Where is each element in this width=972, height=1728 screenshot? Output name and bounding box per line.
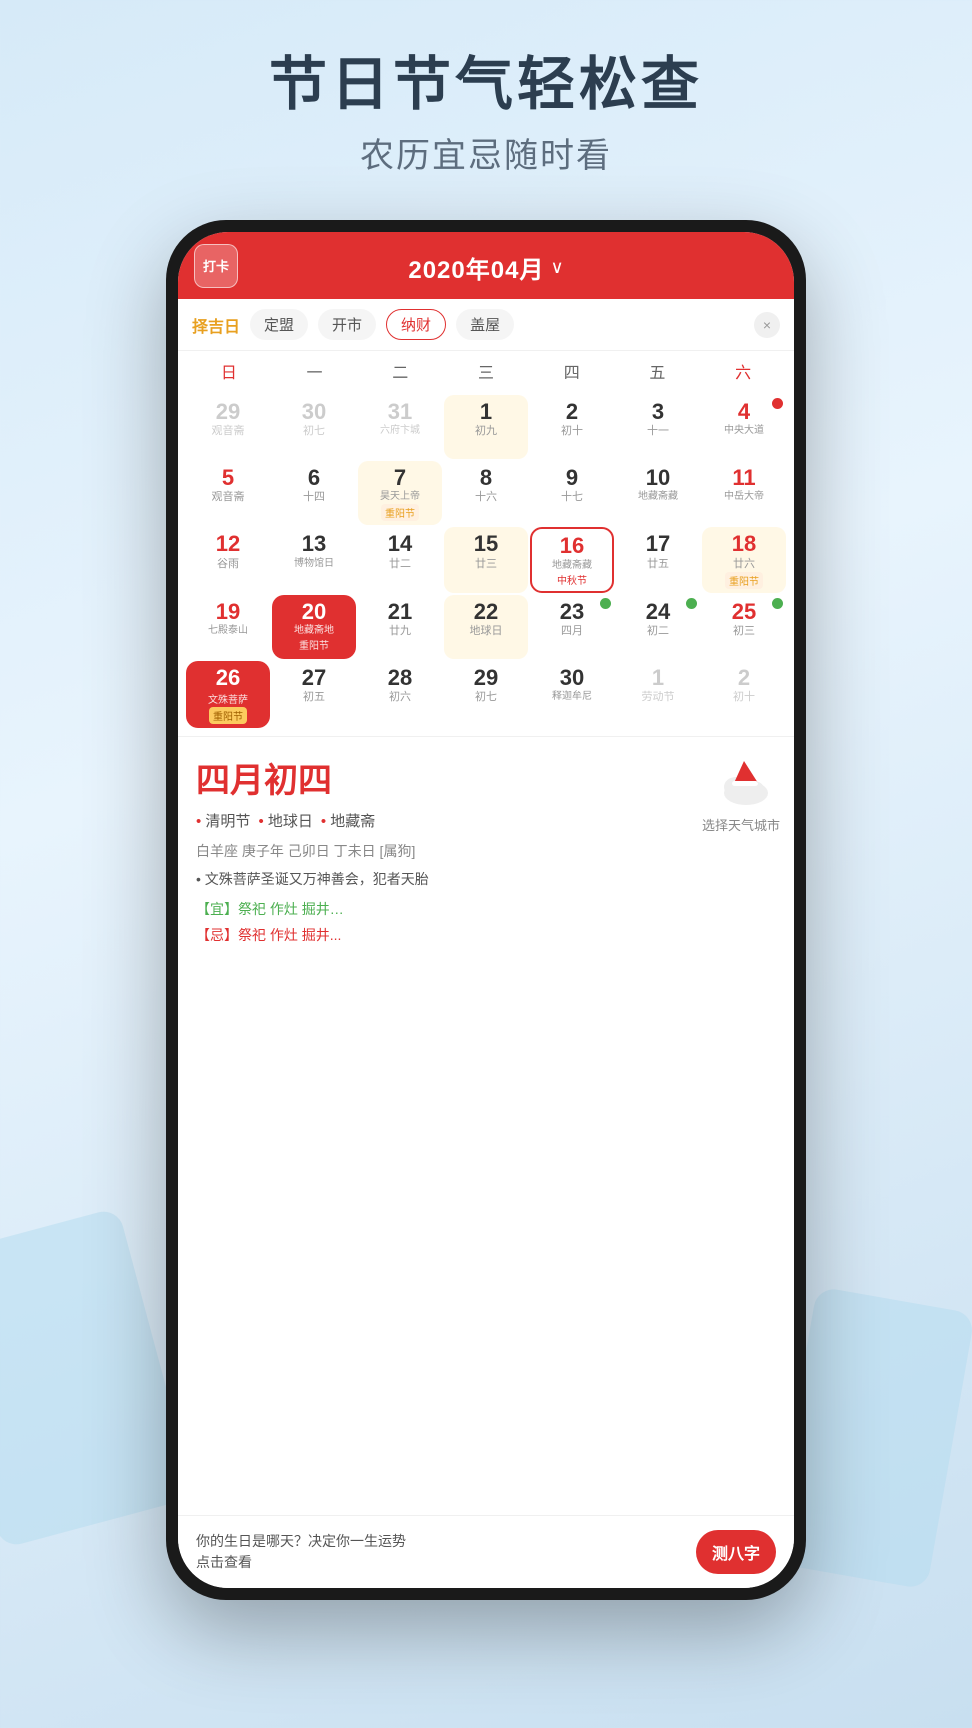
day-20-selected[interactable]: 20 地藏斋地 重阳节 (272, 595, 356, 659)
calendar-header: 打卡 2020年04月 ∨ (178, 232, 794, 299)
chongyang-badge-18: 重阳节 (725, 572, 763, 589)
green-badge-icon-24 (686, 598, 697, 609)
filter-tag-dingmeng[interactable]: 定盟 (250, 309, 308, 340)
day-18[interactable]: 18 廿六 重阳节 (702, 527, 786, 593)
day-25[interactable]: 25 初三 (702, 595, 786, 659)
weekday-sun: 日 (186, 357, 272, 385)
detail-zodiac: 白羊座 庚子年 己卯日 丁未日 [属狗] (196, 841, 776, 861)
auspicious-filter: 择吉日 定盟 开市 纳财 盖屋 × (178, 299, 794, 351)
day-13[interactable]: 13 博物馆日 (272, 527, 356, 593)
header-title: 节日节气轻松查 (0, 50, 972, 120)
header-section: 节日节气轻松查 农历宜忌随时看 (0, 0, 972, 207)
calendar-grid: 29 观音斋 30 初七 31 六府卞城 1 初九 2 初十 3 十一 (178, 391, 794, 736)
detail-tags-row: 清明节 地球日 地藏斋 (196, 810, 776, 831)
day-29[interactable]: 29 初七 (444, 661, 528, 728)
day-9[interactable]: 9 十七 (530, 461, 614, 525)
filter-label: 择吉日 (192, 313, 240, 337)
day-4[interactable]: 4 中央大道 (702, 395, 786, 459)
fortune-text: 你的生日是哪天？决定你一生运势 点击查看 (196, 1531, 406, 1573)
day-1[interactable]: 1 初九 (444, 395, 528, 459)
day-5[interactable]: 5 观音斋 (186, 461, 270, 525)
day-30[interactable]: 30 释迦牟尼 (530, 661, 614, 728)
day-12[interactable]: 12 谷雨 (186, 527, 270, 593)
holiday-badge-icon (772, 398, 783, 409)
detail-lunar-date: 四月初四 (196, 753, 776, 802)
detail-ji: 【忌】祭祀 作灶 掘井... (196, 925, 776, 945)
day-22[interactable]: 22 地球日 (444, 595, 528, 659)
filter-tag-naicai[interactable]: 纳财 (386, 309, 446, 340)
day-21[interactable]: 21 廿九 (358, 595, 442, 659)
weekday-tue: 二 (357, 357, 443, 385)
filter-tag-kaishi[interactable]: 开市 (318, 309, 376, 340)
day-17[interactable]: 17 廿五 (616, 527, 700, 593)
day-19[interactable]: 19 七殿泰山 (186, 595, 270, 659)
day-24[interactable]: 24 初二 (616, 595, 700, 659)
detail-panel: 选择天气城市 四月初四 清明节 地球日 地藏斋 白羊座 庚子年 己卯日 丁未日 … (178, 736, 794, 1515)
day-2[interactable]: 2 初十 (530, 395, 614, 459)
detail-tag-1: 地球日 (258, 810, 312, 831)
chongyang-badge-26: 重阳节 (209, 707, 247, 724)
day-2-next[interactable]: 2 初十 (702, 661, 786, 728)
month-selector[interactable]: 2020年04月 ∨ (408, 250, 563, 285)
weekday-mon: 一 (272, 357, 358, 385)
month-title: 2020年04月 (408, 250, 544, 285)
detail-yi: 【宜】祭祀 作灶 掘井… (196, 899, 776, 919)
weekday-fri: 五 (615, 357, 701, 385)
day-30-prev[interactable]: 30 初七 (272, 395, 356, 459)
day-31-prev[interactable]: 31 六府卞城 (358, 395, 442, 459)
weather-icon (716, 753, 776, 813)
day-8[interactable]: 8 十六 (444, 461, 528, 525)
chongyang-selected-label: 重阳节 (299, 637, 329, 652)
day-3[interactable]: 3 十一 (616, 395, 700, 459)
filter-tag-gaiwu[interactable]: 盖屋 (456, 309, 514, 340)
day-16-today[interactable]: 16 地藏斋藏 中秋节 (530, 527, 614, 593)
day-15[interactable]: 15 廿三 (444, 527, 528, 593)
detail-tag-0: 清明节 (196, 810, 250, 831)
weekday-thu: 四 (529, 357, 615, 385)
day-14[interactable]: 14 廿二 (358, 527, 442, 593)
weekday-wed: 三 (443, 357, 529, 385)
day-11[interactable]: 11 中岳大帝 (702, 461, 786, 525)
detail-note: • 文殊菩萨圣诞又万神善会，犯者天胎 (196, 869, 776, 889)
day-29-prev[interactable]: 29 观音斋 (186, 395, 270, 459)
day-27[interactable]: 27 初五 (272, 661, 356, 728)
chongyang-badge: 重阳节 (381, 504, 419, 521)
day-7[interactable]: 7 昊天上帝 重阳节 (358, 461, 442, 525)
day-28[interactable]: 28 初六 (358, 661, 442, 728)
phone-mockup: 打卡 2020年04月 ∨ 择吉日 定盟 开市 纳财 盖屋 × 日 一 二 三 … (166, 220, 806, 1600)
detail-tag-2: 地藏斋 (321, 810, 375, 831)
day-10[interactable]: 10 地藏斋藏 (616, 461, 700, 525)
day-6[interactable]: 6 十四 (272, 461, 356, 525)
green-badge-icon-25 (772, 598, 783, 609)
day-1-next[interactable]: 1 劳动节 (616, 661, 700, 728)
weather-city-label[interactable]: 选择天气城市 (702, 815, 780, 834)
day-23[interactable]: 23 四月 (530, 595, 614, 659)
filter-close-button[interactable]: × (754, 312, 780, 338)
chevron-down-icon: ∨ (550, 257, 563, 278)
header-subtitle: 农历宜忌随时看 (0, 128, 972, 177)
day-26-selected[interactable]: 26 文殊菩萨 重阳节 (186, 661, 270, 728)
zhongqiu-label: 中秋节 (557, 572, 587, 587)
weekday-sat: 六 (700, 357, 786, 385)
fortune-banner: 你的生日是哪天？决定你一生运势 点击查看 测八字 (178, 1515, 794, 1588)
fortune-button[interactable]: 测八字 (696, 1530, 776, 1574)
checkin-button[interactable]: 打卡 (194, 244, 238, 288)
green-badge-icon (600, 598, 611, 609)
weekday-header: 日 一 二 三 四 五 六 (178, 351, 794, 391)
phone-screen: 打卡 2020年04月 ∨ 择吉日 定盟 开市 纳财 盖屋 × 日 一 二 三 … (178, 232, 794, 1588)
